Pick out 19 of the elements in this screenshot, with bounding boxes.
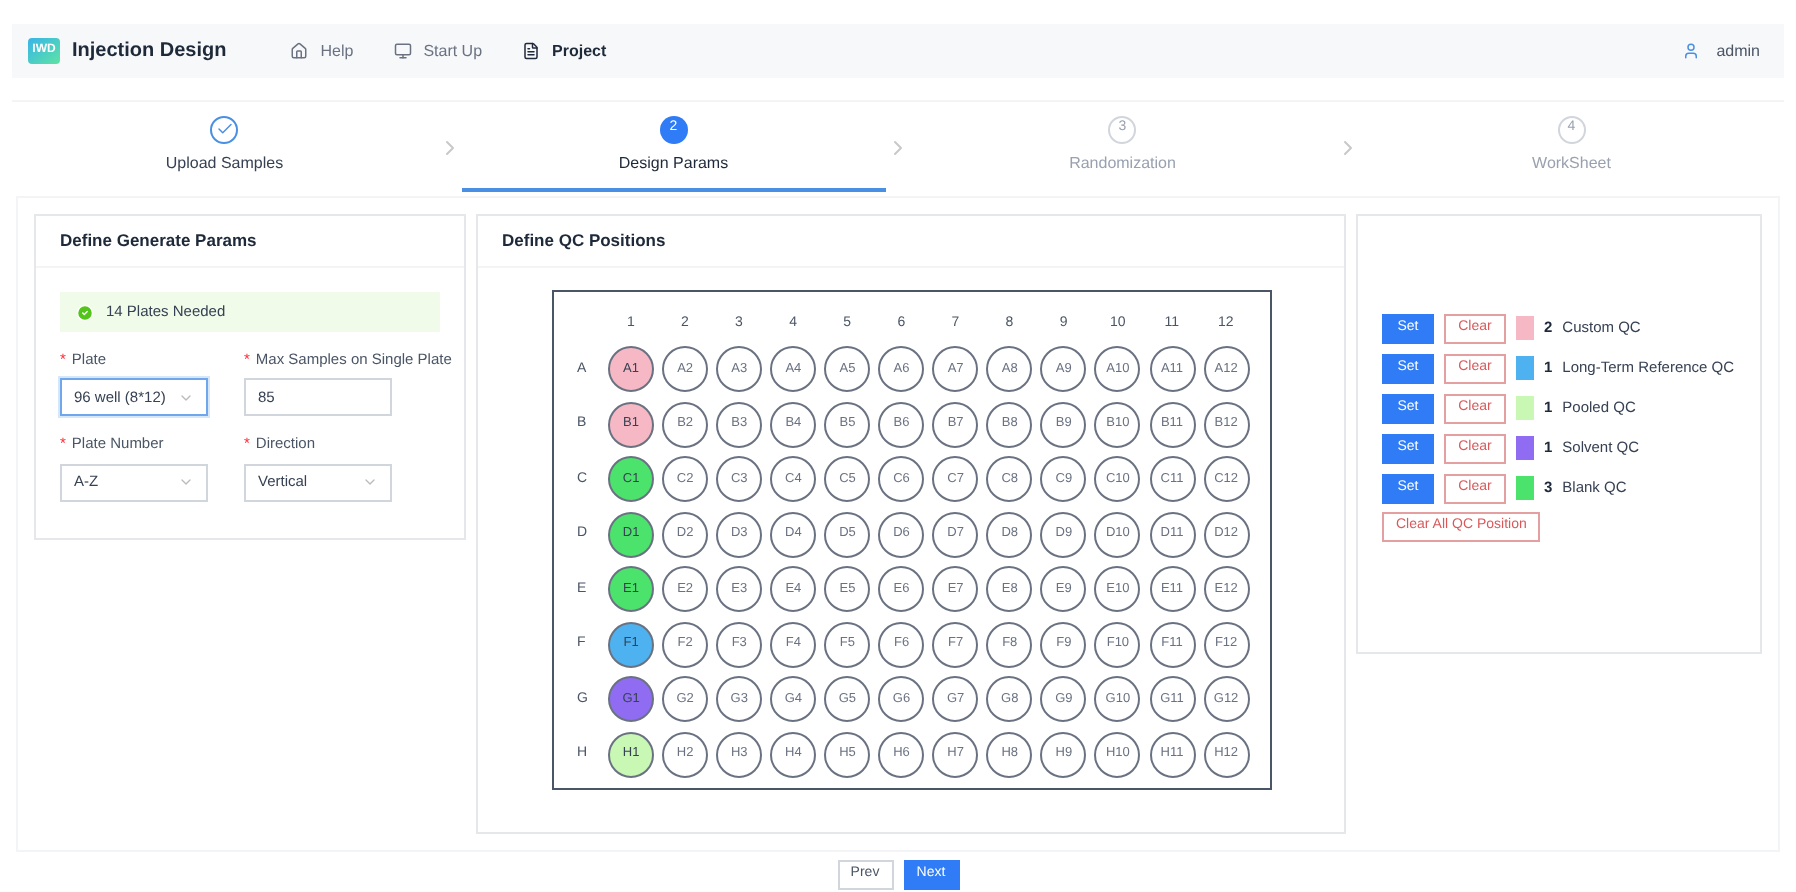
nav-item[interactable]: Start Up bbox=[393, 39, 483, 63]
step-label: Upload Samples bbox=[165, 151, 284, 175]
step-label: Randomization bbox=[1069, 151, 1176, 175]
document-icon bbox=[522, 42, 541, 60]
step-label: Design Params bbox=[618, 151, 729, 175]
chevron-down-icon bbox=[178, 474, 194, 490]
user-icon bbox=[1682, 42, 1701, 60]
nav-item[interactable]: Project bbox=[522, 39, 607, 63]
home-icon bbox=[290, 42, 309, 60]
app-title: Injection Design bbox=[72, 38, 227, 66]
nav-item[interactable]: Help bbox=[290, 39, 354, 63]
chevron-down-icon bbox=[362, 474, 378, 490]
check-circle-icon bbox=[76, 303, 94, 321]
panel-title: Define QC Positions bbox=[502, 228, 666, 254]
step-label: WorkSheet bbox=[1532, 151, 1611, 175]
user-name[interactable]: admin bbox=[1716, 39, 1760, 63]
monitor-icon bbox=[393, 42, 412, 60]
panel-title: Define Generate Params bbox=[60, 228, 257, 254]
step-tab[interactable]: Upload Samples bbox=[12, 102, 437, 192]
